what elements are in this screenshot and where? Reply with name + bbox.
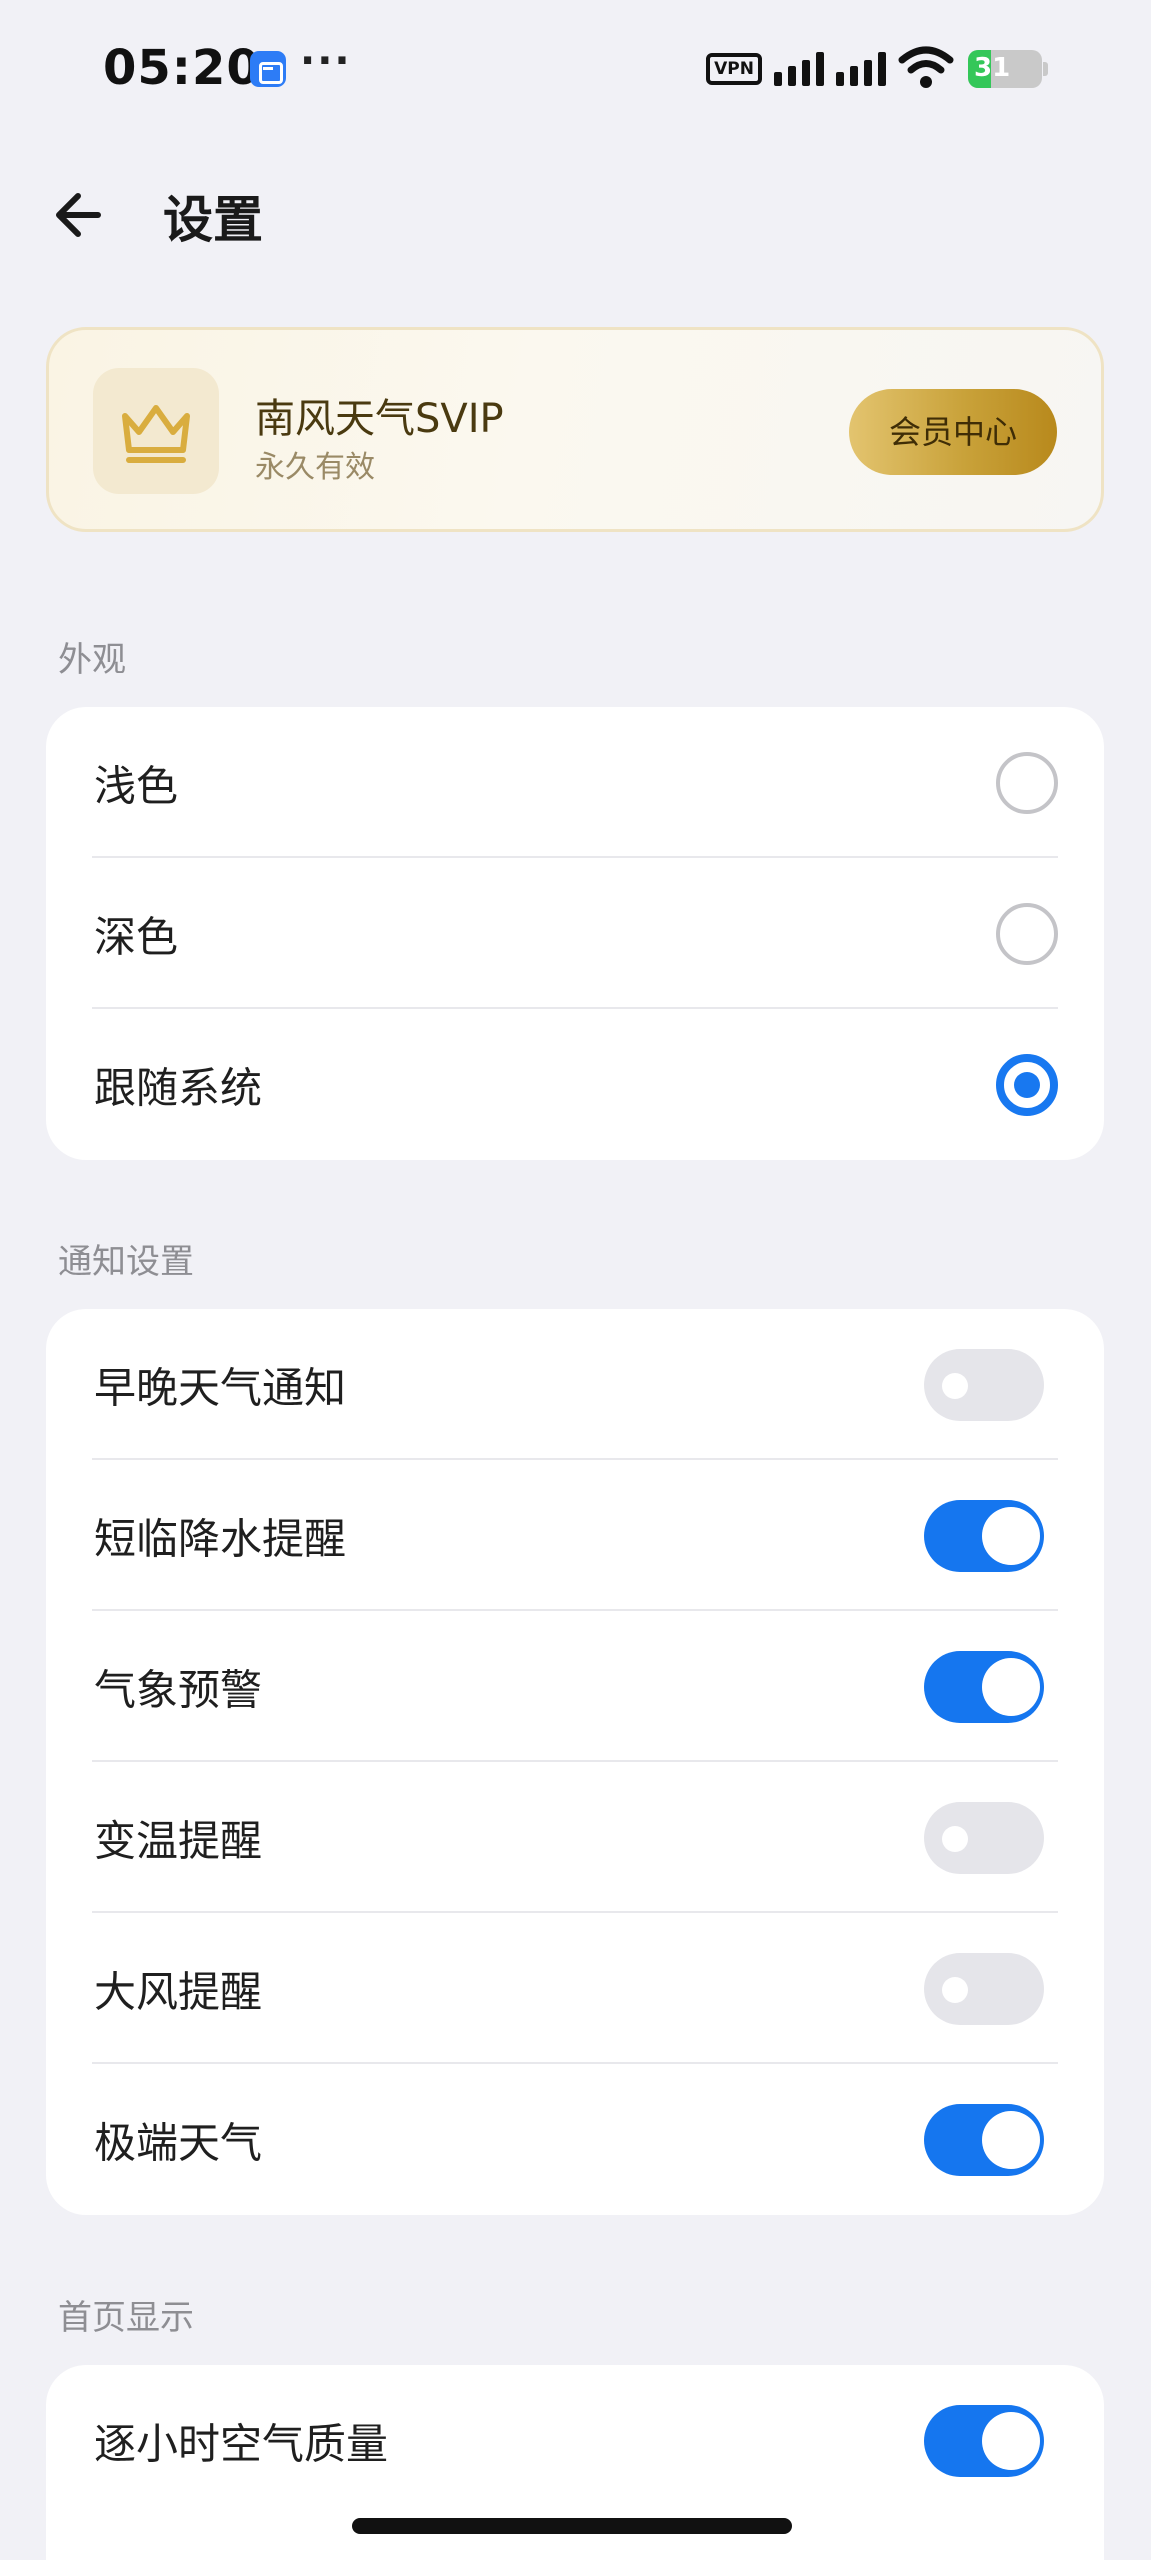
section-title-home-display: 首页显示 xyxy=(58,2298,194,2338)
radio-dark[interactable] xyxy=(996,902,1058,965)
appearance-option-dark[interactable]: 深色 xyxy=(46,858,1104,1009)
toggle-strong-wind[interactable] xyxy=(924,1952,1044,2025)
toggle-knob xyxy=(982,2110,1040,2169)
wifi-icon xyxy=(898,46,954,88)
toggle-daily-weather[interactable] xyxy=(924,1348,1044,1421)
status-bar: 05:20 ··· VPN 31 xyxy=(0,0,1151,140)
toggle-knob xyxy=(982,1657,1040,1716)
toggle-knob xyxy=(982,1506,1040,1565)
setting-row-precipitation[interactable]: 短临降水提醒 xyxy=(46,1460,1104,1611)
vip-name: 南风天气SVIP xyxy=(255,396,504,442)
crown-icon xyxy=(122,405,190,463)
vip-icon-box xyxy=(93,368,219,494)
toggle-extreme-weather[interactable] xyxy=(924,2103,1044,2176)
toggle-precipitation[interactable] xyxy=(924,1499,1044,1572)
member-center-button[interactable]: 会员中心 xyxy=(849,389,1057,475)
settings-page: 05:20 ··· VPN 31 设置 南风天气SVIP 永久有效 会员中心 外… xyxy=(0,0,1151,2560)
setting-row-temperature-change[interactable]: 变温提醒 xyxy=(46,1762,1104,1913)
section-title-notifications: 通知设置 xyxy=(58,1242,194,1282)
vip-card[interactable]: 南风天气SVIP 永久有效 会员中心 xyxy=(46,327,1104,532)
toggle-weather-warning[interactable] xyxy=(924,1650,1044,1723)
option-label: 跟随系统 xyxy=(94,1063,263,1112)
battery-level: 31 xyxy=(974,53,1011,83)
notifications-card: 早晚天气通知 短临降水提醒 气象预警 变温提醒 大风提醒 极端天气 xyxy=(46,1309,1104,2215)
page-title: 设置 xyxy=(163,191,263,249)
toggle-knob xyxy=(942,1825,968,1852)
option-label: 浅色 xyxy=(94,761,179,810)
vip-validity: 永久有效 xyxy=(255,450,375,485)
appearance-option-light[interactable]: 浅色 xyxy=(46,707,1104,858)
signal-icon xyxy=(774,50,886,86)
battery-tip xyxy=(1043,62,1048,76)
setting-label: 逐小时空气质量 xyxy=(94,2419,389,2468)
toggle-temperature-change[interactable] xyxy=(924,1801,1044,1874)
setting-row-strong-wind[interactable]: 大风提醒 xyxy=(46,1913,1104,2064)
toggle-knob xyxy=(942,1372,968,1399)
setting-row-hourly-air-quality[interactable]: 逐小时空气质量 xyxy=(46,2365,1104,2516)
setting-row-daily-weather[interactable]: 早晚天气通知 xyxy=(46,1309,1104,1460)
appearance-card: 浅色 深色 跟随系统 xyxy=(46,707,1104,1160)
battery-icon: 31 xyxy=(968,50,1042,88)
radio-light[interactable] xyxy=(996,751,1058,814)
setting-label: 早晚天气通知 xyxy=(94,1363,347,1412)
section-title-appearance: 外观 xyxy=(58,640,126,680)
toggle-knob xyxy=(982,2411,1040,2470)
setting-label: 大风提醒 xyxy=(94,1967,263,2016)
setting-row-weather-warning[interactable]: 气象预警 xyxy=(46,1611,1104,1762)
setting-label: 短临降水提醒 xyxy=(94,1514,347,1563)
toggle-hourly-air-quality[interactable] xyxy=(924,2404,1044,2477)
setting-label: 气象预警 xyxy=(94,1665,263,1714)
header: 设置 xyxy=(0,150,1151,280)
arrow-left-icon[interactable] xyxy=(46,180,116,250)
status-time: 05:20 xyxy=(103,40,261,96)
option-label: 深色 xyxy=(94,912,179,961)
radio-system[interactable] xyxy=(996,1053,1058,1116)
setting-label: 极端天气 xyxy=(94,2118,263,2167)
toggle-knob xyxy=(942,1976,968,2003)
setting-label: 变温提醒 xyxy=(94,1816,263,1865)
home-indicator[interactable] xyxy=(352,2518,792,2534)
app-notification-icon xyxy=(250,51,286,87)
more-icon: ··· xyxy=(300,38,352,84)
appearance-option-system[interactable]: 跟随系统 xyxy=(46,1009,1104,1160)
setting-row-extreme-weather[interactable]: 极端天气 xyxy=(46,2064,1104,2215)
vpn-icon: VPN xyxy=(706,53,762,85)
